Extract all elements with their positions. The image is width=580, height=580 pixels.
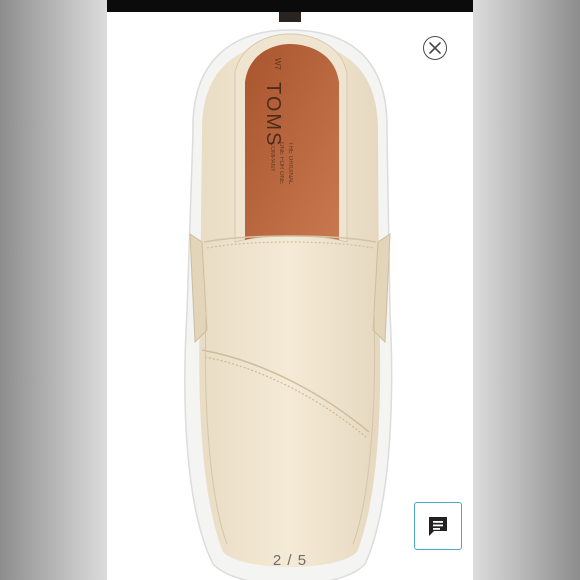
svg-text:THE ORIGINAL: THE ORIGINAL bbox=[287, 142, 293, 185]
left-blurred-backdrop bbox=[0, 0, 107, 580]
photo-viewer: TOMS THE ORIGINAL ONE FOR ONE COMPANY W7 bbox=[0, 0, 580, 580]
close-button[interactable] bbox=[423, 36, 447, 60]
insole-logo-print: TOMS bbox=[262, 82, 284, 147]
svg-text:TOMS: TOMS bbox=[262, 82, 284, 147]
svg-text:W7: W7 bbox=[273, 58, 282, 71]
close-icon bbox=[429, 42, 441, 54]
top-dark-band bbox=[107, 0, 473, 12]
svg-text:ONE FOR ONE: ONE FOR ONE bbox=[278, 142, 284, 184]
product-photo: TOMS THE ORIGINAL ONE FOR ONE COMPANY W7 bbox=[107, 12, 473, 580]
svg-text:COMPANY: COMPANY bbox=[269, 142, 275, 172]
slip-on-shoe-image: TOMS THE ORIGINAL ONE FOR ONE COMPANY W7 bbox=[184, 12, 393, 580]
right-blurred-backdrop bbox=[473, 0, 580, 580]
chat-bubble-icon bbox=[429, 517, 447, 536]
chat-button[interactable] bbox=[414, 502, 462, 550]
image-pager: 2 / 5 bbox=[272, 552, 308, 569]
